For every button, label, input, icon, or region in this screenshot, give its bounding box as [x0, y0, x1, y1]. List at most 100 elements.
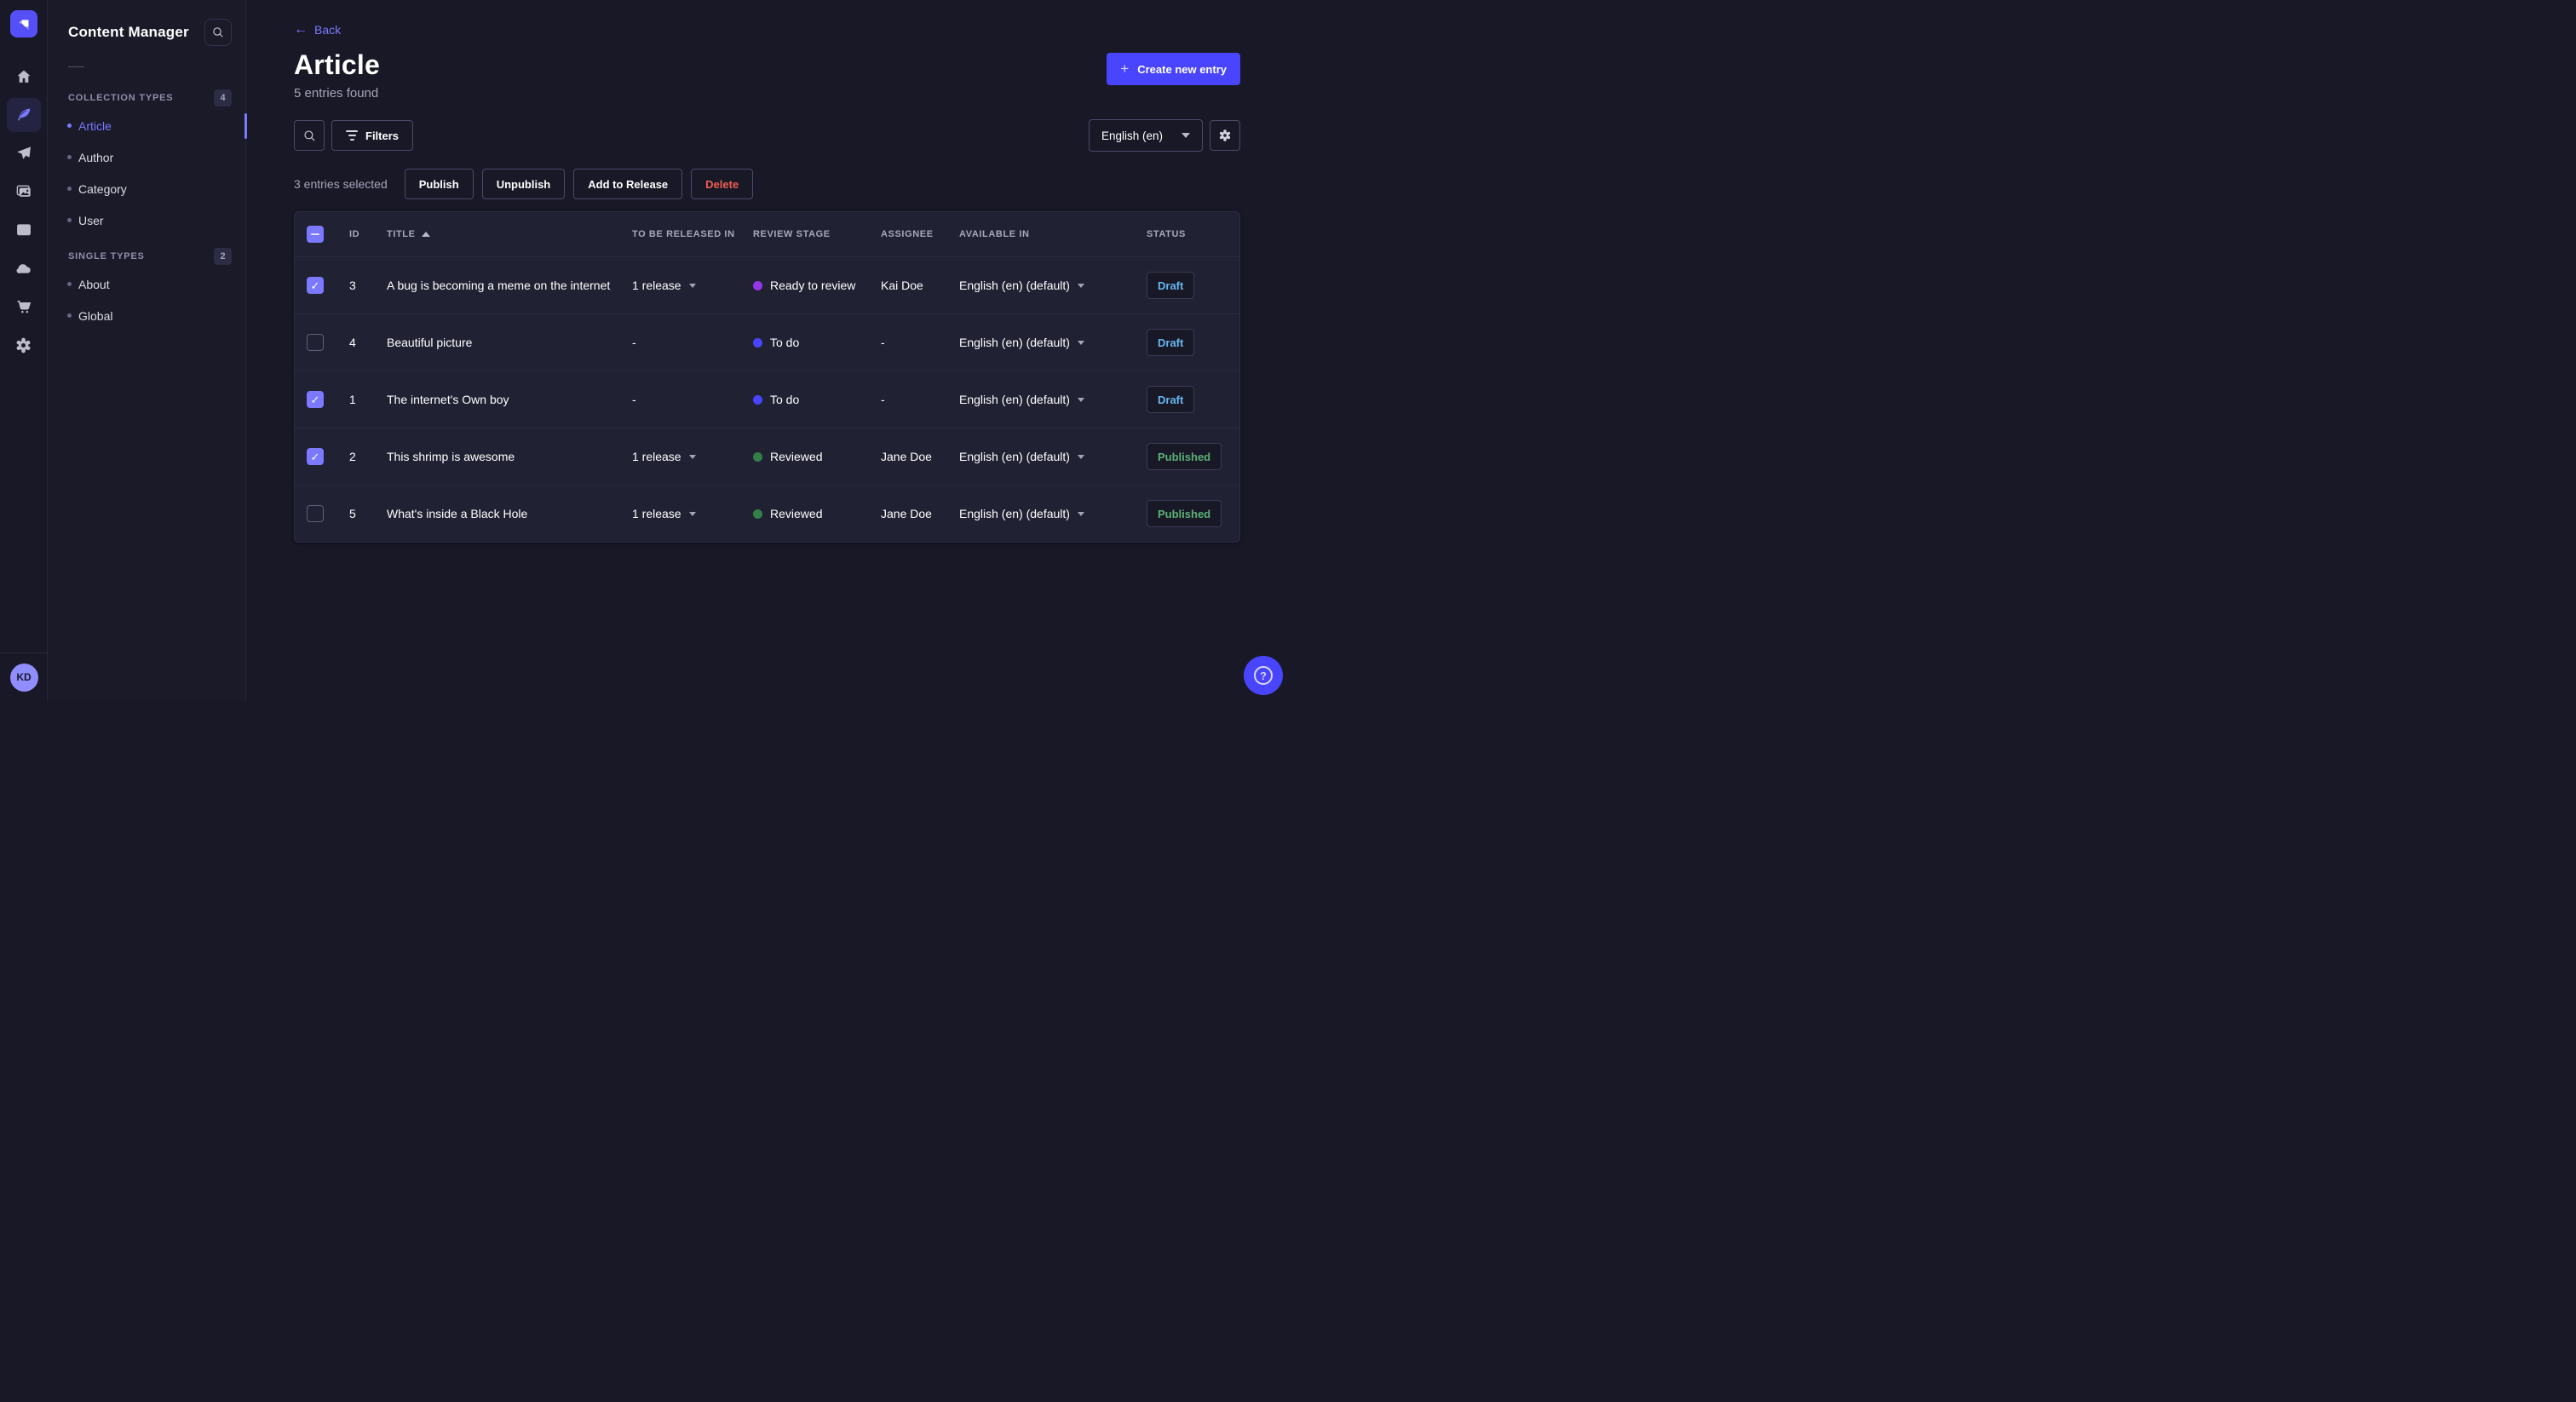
user-avatar[interactable]: KD: [9, 663, 38, 692]
plus-icon: +: [1120, 60, 1130, 77]
select-all-checkbox[interactable]: [307, 226, 324, 243]
stage-dot-icon: [753, 451, 762, 462]
cell-available[interactable]: English (en) (default): [959, 450, 1147, 463]
cell-release[interactable]: -: [632, 336, 753, 349]
main-content: ← Back Article 5 entries found + Create …: [246, 0, 1288, 701]
delete-button[interactable]: Delete: [691, 169, 754, 199]
sidebar-item-label: Category: [78, 181, 127, 196]
cell-stage: To do: [753, 336, 881, 349]
column-header-status[interactable]: STATUS: [1147, 229, 1239, 239]
publish-button[interactable]: Publish: [404, 169, 474, 199]
column-header-title[interactable]: TITLE: [387, 229, 632, 239]
status-badge: Draft: [1147, 272, 1195, 299]
sidebar-item-about[interactable]: About: [48, 268, 245, 300]
cell-available[interactable]: English (en) (default): [959, 336, 1147, 349]
table-row[interactable]: 2 This shrimp is awesome 1 release Revie…: [295, 428, 1239, 485]
sidebar-search-button[interactable]: [204, 19, 232, 46]
section-count-badge: 4: [214, 89, 232, 106]
sidebar-item-category[interactable]: Category: [48, 173, 245, 204]
column-header-release[interactable]: TO BE RELEASED IN: [632, 229, 753, 239]
section-label: SINGLE TYPES: [68, 251, 145, 261]
cell-assignee: Jane Doe: [881, 450, 932, 463]
column-header-id[interactable]: ID: [349, 229, 387, 239]
create-new-entry-button[interactable]: + Create new entry: [1107, 53, 1240, 85]
status-badge: Published: [1147, 500, 1222, 527]
marketplace-icon[interactable]: [7, 290, 41, 324]
search-entries-button[interactable]: [294, 120, 325, 151]
cell-available[interactable]: English (en) (default): [959, 393, 1147, 406]
sidebar-title: Content Manager: [68, 24, 189, 40]
row-checkbox[interactable]: [307, 277, 324, 294]
cell-assignee: Kai Doe: [881, 279, 923, 292]
entries-table: ID TITLE TO BE RELEASED IN REVIEW STAGE …: [294, 211, 1240, 543]
column-header-available[interactable]: AVAILABLE IN: [959, 229, 1147, 239]
sidebar-item-global[interactable]: Global: [48, 300, 245, 331]
back-link[interactable]: ← Back: [294, 23, 341, 37]
unpublish-button[interactable]: Unpublish: [481, 169, 566, 199]
sidebar-item-article[interactable]: Article: [48, 110, 247, 141]
row-checkbox[interactable]: [307, 448, 324, 465]
content-manager-icon[interactable]: [6, 98, 41, 132]
bullet-icon: [67, 187, 72, 191]
chevron-down-icon: [688, 454, 696, 459]
view-settings-button[interactable]: [1210, 120, 1240, 151]
table-row[interactable]: 3 A bug is becoming a meme on the intern…: [295, 256, 1239, 313]
column-header-stage[interactable]: REVIEW STAGE: [753, 229, 881, 239]
rail-nav: [6, 60, 41, 362]
cell-release[interactable]: 1 release: [632, 450, 753, 463]
add-to-release-button[interactable]: Add to Release: [573, 169, 683, 199]
table-row[interactable]: 1 The internet's Own boy - To do - Engli…: [295, 371, 1239, 428]
cell-release[interactable]: 1 release: [632, 507, 753, 520]
cell-available[interactable]: English (en) (default): [959, 507, 1147, 520]
status-badge: Published: [1147, 443, 1222, 470]
chevron-down-icon: [688, 283, 696, 288]
filters-button[interactable]: Filters: [331, 120, 414, 151]
sort-ascending-icon: [421, 232, 430, 237]
cell-id: 5: [349, 507, 356, 520]
sidebar-item-user[interactable]: User: [48, 204, 245, 236]
settings-icon[interactable]: [7, 328, 41, 362]
table-row[interactable]: 4 Beautiful picture - To do - English (e…: [295, 313, 1239, 371]
sidebar-item-label: Article: [78, 118, 112, 133]
row-checkbox[interactable]: [307, 505, 324, 522]
cell-stage: Reviewed: [753, 507, 881, 520]
cell-title: A bug is becoming a meme on the internet: [387, 279, 611, 292]
cell-title: This shrimp is awesome: [387, 450, 515, 463]
chevron-down-icon: [1182, 133, 1190, 138]
cell-stage: Reviewed: [753, 450, 881, 463]
filter-icon: [346, 130, 358, 141]
rail-bottom: KD: [0, 652, 48, 701]
cell-release[interactable]: -: [632, 393, 753, 406]
chevron-down-icon: [1077, 340, 1084, 345]
strapi-logo: [9, 10, 37, 37]
stage-dot-icon: [753, 509, 762, 519]
chevron-down-icon: [1077, 397, 1084, 402]
cloud-icon[interactable]: [7, 251, 41, 285]
cell-title: The internet's Own boy: [387, 393, 509, 406]
stage-dot-icon: [753, 394, 762, 405]
stage-dot-icon: [753, 337, 762, 348]
sidebar-divider: [68, 66, 84, 67]
locale-select[interactable]: English (en): [1088, 119, 1203, 152]
sidebar-item-author[interactable]: Author: [48, 141, 245, 173]
paper-plane-icon[interactable]: [7, 136, 41, 170]
bullet-icon: [67, 155, 72, 159]
row-checkbox[interactable]: [307, 391, 324, 408]
home-icon[interactable]: [7, 60, 41, 94]
stage-dot-icon: [753, 280, 762, 290]
cell-available[interactable]: English (en) (default): [959, 279, 1147, 292]
cell-release[interactable]: 1 release: [632, 279, 753, 292]
entries-count: 5 entries found: [294, 86, 379, 101]
search-icon: [213, 27, 223, 37]
row-checkbox[interactable]: [307, 334, 324, 351]
media-library-icon[interactable]: [7, 175, 41, 209]
help-button[interactable]: ?: [1244, 656, 1283, 695]
selection-count-text: 3 entries selected: [294, 177, 388, 191]
cell-stage: To do: [753, 393, 881, 406]
content-manager-sidebar: Content Manager COLLECTION TYPES 4 Artic…: [48, 0, 247, 701]
table-row[interactable]: 5 What's inside a Black Hole 1 release R…: [295, 485, 1239, 542]
content-type-builder-icon[interactable]: [7, 213, 41, 247]
sidebar-item-label: Global: [78, 308, 113, 323]
cell-title: What's inside a Black Hole: [387, 507, 528, 520]
column-header-assignee[interactable]: ASSIGNEE: [881, 229, 959, 239]
